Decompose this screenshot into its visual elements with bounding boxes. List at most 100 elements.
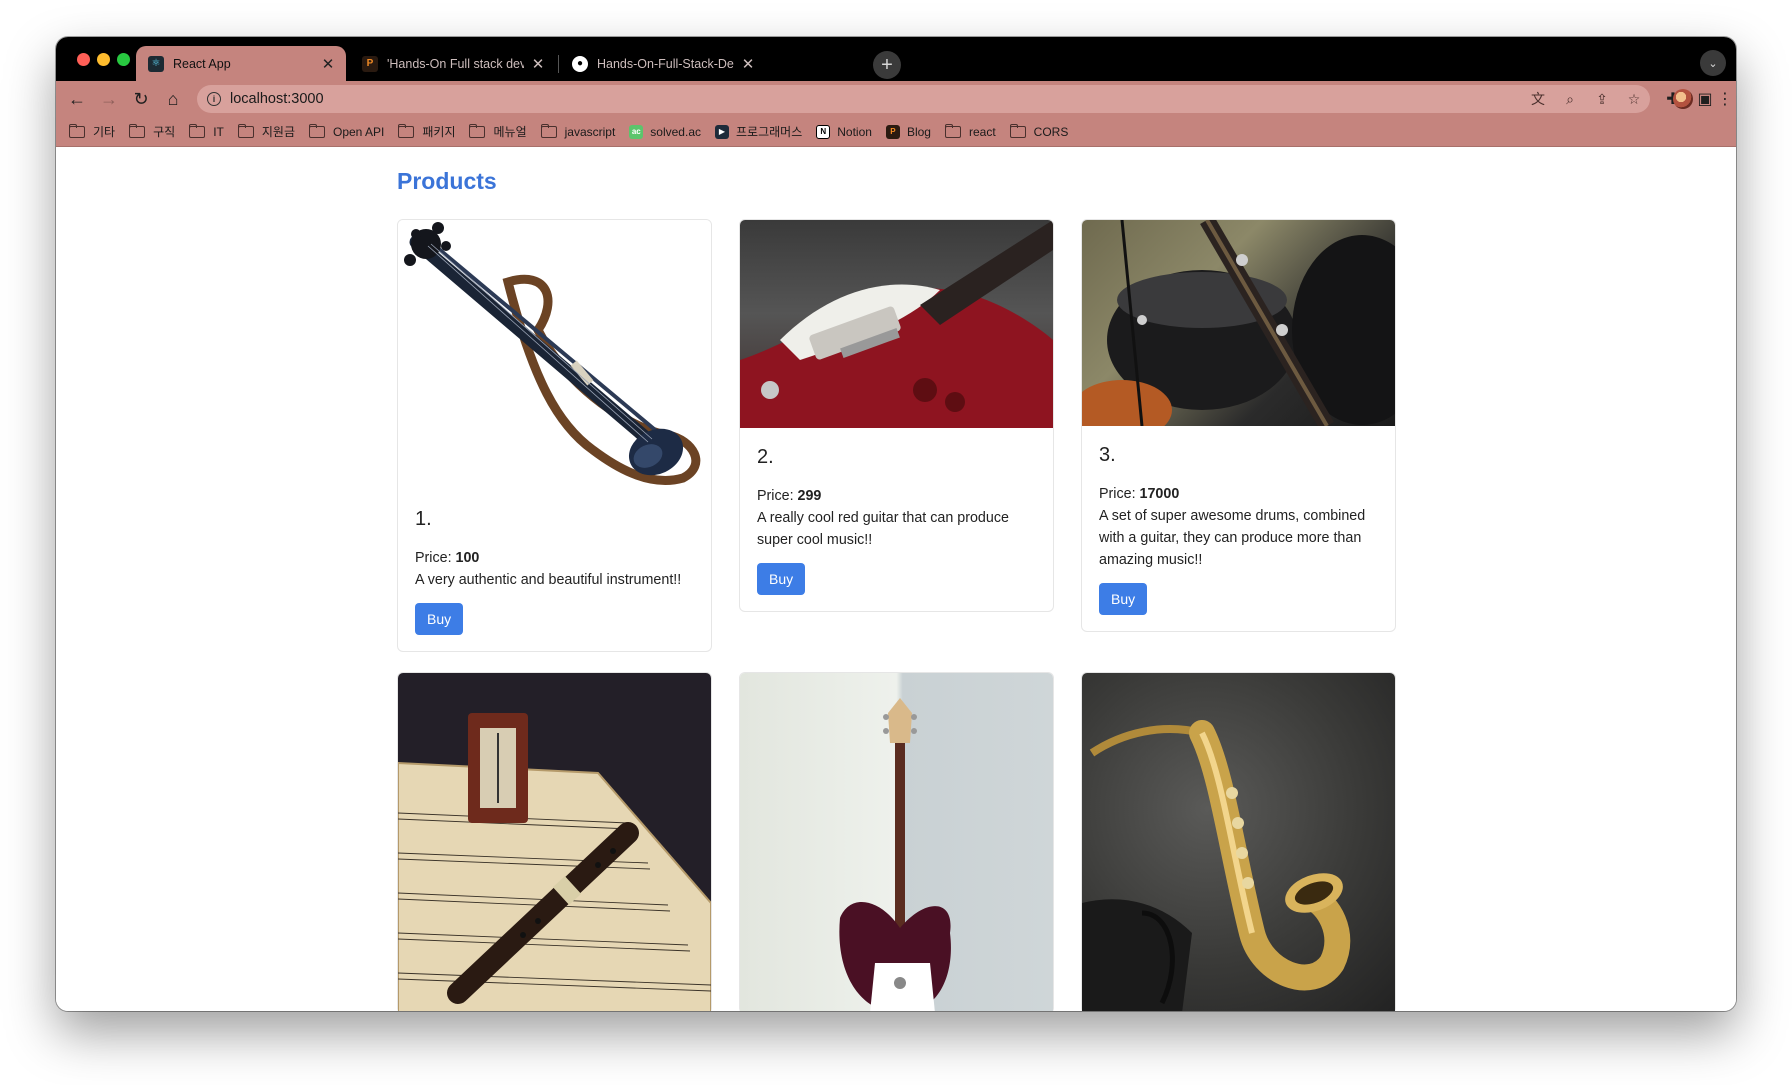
bookmark-label: Open API bbox=[332, 124, 385, 139]
browser-toolbar: ← → ↻ ⌂ i localhost:3000 文 ⌕ ⇪ ☆ ✚ ▣ ⋮ bbox=[56, 81, 1736, 117]
bookmark-star-icon[interactable]: ☆ bbox=[1624, 89, 1644, 109]
card-body: 3. Price: 17000 A set of super awesome d… bbox=[1082, 426, 1395, 631]
price-label: Price: bbox=[415, 550, 452, 566]
folder-icon bbox=[540, 123, 557, 138]
profile-avatar[interactable] bbox=[1673, 89, 1693, 109]
card-price: Price: 17000 bbox=[1099, 483, 1378, 505]
buy-button[interactable]: Buy bbox=[757, 563, 806, 595]
bookmark-label: react bbox=[968, 124, 996, 139]
github-icon: ● bbox=[572, 55, 588, 72]
tab-github[interactable]: ● Hands-On-Full-Stack-Develop ✕ bbox=[560, 46, 766, 81]
bookmark-item[interactable]: 메뉴얼 bbox=[469, 120, 527, 144]
back-button[interactable]: ← bbox=[63, 85, 91, 113]
card-title: 2. bbox=[757, 446, 774, 468]
card-description: A set of super awesome drums, combined w… bbox=[1099, 508, 1366, 568]
saxophone-image bbox=[1082, 673, 1395, 1011]
new-tab-button[interactable]: + bbox=[873, 51, 901, 79]
recorder-metronome-image bbox=[398, 673, 711, 1011]
site-info-icon[interactable]: i bbox=[207, 92, 221, 106]
tab-title: 'Hands-On Full stack developm bbox=[387, 56, 524, 71]
share-icon[interactable]: ⇪ bbox=[1592, 89, 1612, 109]
buy-button[interactable]: Buy bbox=[1099, 583, 1148, 615]
solvedac-icon: ac bbox=[629, 124, 644, 139]
tab-search-button[interactable]: ⌄ bbox=[1700, 50, 1726, 76]
card-price: Price: 299 bbox=[757, 485, 1036, 507]
bookmark-item[interactable]: react bbox=[944, 120, 996, 144]
menu-icon[interactable]: ⋮ bbox=[1712, 86, 1736, 112]
bookmark-label: solved.ac bbox=[650, 124, 701, 139]
bookmark-item[interactable]: 지원금 bbox=[237, 120, 295, 144]
bookmark-item[interactable]: CORS bbox=[1009, 120, 1068, 144]
folder-icon bbox=[308, 123, 325, 138]
bookmark-item[interactable]: javascript bbox=[540, 120, 616, 144]
notion-icon: N bbox=[816, 124, 831, 139]
page-content: Products 1. Price: 100 A very authentic … bbox=[56, 148, 1736, 1011]
folder-icon bbox=[237, 123, 254, 138]
folder-icon bbox=[1009, 123, 1026, 138]
close-tab-icon[interactable]: ✕ bbox=[740, 55, 756, 73]
tab-strip: ⚛ React App ✕ P 'Hands-On Full stack dev… bbox=[56, 37, 1736, 81]
close-tab-icon[interactable]: ✕ bbox=[320, 55, 336, 73]
forward-button[interactable]: → bbox=[95, 85, 123, 113]
bookmark-item[interactable]: IT bbox=[189, 120, 224, 144]
card-title: 3. bbox=[1099, 444, 1116, 466]
bookmark-label: IT bbox=[213, 124, 224, 139]
guitar-wall-image bbox=[740, 673, 1053, 1011]
bookmark-label: 구직 bbox=[153, 125, 176, 139]
address-bar[interactable]: i localhost:3000 文 ⌕ ⇪ ☆ bbox=[197, 85, 1650, 113]
tab-separator bbox=[558, 55, 559, 73]
product-card: 3. Price: 17000 A set of super awesome d… bbox=[1081, 219, 1396, 632]
bookmark-item[interactable]: Open API bbox=[308, 120, 385, 144]
folder-icon bbox=[398, 123, 415, 138]
product-card: 2. Price: 299 A really cool red guitar t… bbox=[739, 219, 1054, 612]
product-card bbox=[739, 672, 1054, 1011]
bookmark-item[interactable]: P Blog bbox=[885, 120, 931, 144]
tab-title: Hands-On-Full-Stack-Develop bbox=[597, 56, 734, 71]
browser-window: ⚛ React App ✕ P 'Hands-On Full stack dev… bbox=[56, 37, 1736, 1011]
price-value: 100 bbox=[455, 550, 480, 566]
blog-icon: P bbox=[885, 124, 900, 139]
page-title: Products bbox=[397, 168, 497, 194]
bookmark-item[interactable]: ac solved.ac bbox=[629, 120, 701, 144]
bookmark-item[interactable]: 구직 bbox=[129, 120, 175, 144]
bookmark-item[interactable]: 기타 bbox=[69, 120, 115, 144]
home-button[interactable]: ⌂ bbox=[159, 85, 187, 113]
bookmarks-bar: 기타 구직 IT 지원금 Open API 패키지 메뉴얼 javascript… bbox=[56, 117, 1736, 147]
maximize-window-button[interactable] bbox=[117, 53, 130, 66]
drums-guitar-image bbox=[1082, 220, 1395, 426]
card-price: Price: 100 bbox=[415, 547, 694, 569]
packt-icon: P bbox=[362, 55, 378, 72]
tab-packt[interactable]: P 'Hands-On Full stack developm ✕ bbox=[350, 46, 556, 81]
bookmark-item[interactable]: 패키지 bbox=[398, 120, 455, 144]
product-card bbox=[1081, 672, 1396, 1011]
card-body: 1. Price: 100 A very authentic and beaut… bbox=[398, 490, 711, 651]
tab-react-app[interactable]: ⚛ React App ✕ bbox=[136, 46, 346, 81]
product-card bbox=[397, 672, 712, 1011]
folder-icon bbox=[469, 123, 486, 138]
buy-button[interactable]: Buy bbox=[415, 603, 464, 635]
close-tab-icon[interactable]: ✕ bbox=[530, 55, 546, 73]
folder-icon bbox=[189, 123, 206, 138]
price-label: Price: bbox=[757, 488, 794, 504]
bookmark-item[interactable]: N Notion bbox=[816, 120, 872, 144]
zoom-icon[interactable]: ⌕ bbox=[1560, 89, 1580, 109]
card-title: 1. bbox=[415, 508, 432, 530]
card-body: 2. Price: 299 A really cool red guitar t… bbox=[740, 428, 1053, 611]
translate-icon[interactable]: 文 bbox=[1528, 89, 1548, 109]
bookmark-label: 기타 bbox=[93, 125, 116, 139]
folder-icon bbox=[129, 123, 146, 138]
card-description: A really cool red guitar that can produc… bbox=[757, 510, 1009, 548]
minimize-window-button[interactable] bbox=[97, 53, 110, 66]
reload-button[interactable]: ↻ bbox=[127, 85, 155, 113]
url-text: localhost:3000 bbox=[230, 91, 324, 107]
react-icon: ⚛ bbox=[148, 55, 164, 72]
electric-violin-image bbox=[398, 220, 711, 490]
programmers-icon: ▶ bbox=[715, 124, 729, 139]
bookmark-label: javascript bbox=[564, 124, 616, 139]
bookmark-item[interactable]: ▶ 프로그래머스 bbox=[715, 120, 802, 144]
folder-icon bbox=[944, 123, 961, 138]
card-description: A very authentic and beautiful instrumen… bbox=[415, 572, 682, 588]
price-value: 299 bbox=[797, 488, 822, 504]
product-card: 1. Price: 100 A very authentic and beaut… bbox=[397, 219, 712, 652]
close-window-button[interactable] bbox=[77, 53, 90, 66]
